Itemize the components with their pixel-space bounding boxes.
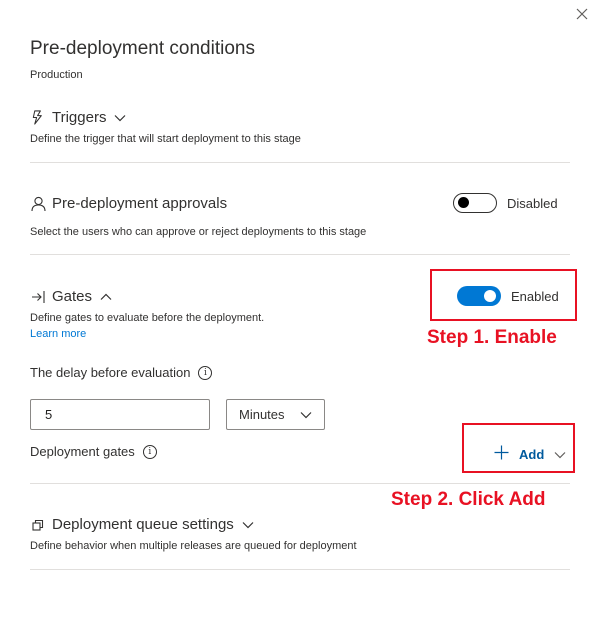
step2-annotation: Step 2. Click Add bbox=[391, 489, 546, 510]
approvals-description: Select the users who can approve or reje… bbox=[30, 226, 367, 238]
close-icon bbox=[576, 8, 588, 20]
gates-toggle[interactable]: Enabled bbox=[457, 286, 559, 306]
person-icon bbox=[30, 196, 46, 212]
queue-description: Define behavior when multiple releases a… bbox=[30, 540, 357, 552]
add-gate-label: Add bbox=[519, 446, 545, 462]
delay-label-row: The delay before evaluation i bbox=[30, 365, 213, 380]
switch-knob bbox=[484, 290, 496, 302]
info-icon[interactable]: i bbox=[142, 444, 157, 459]
panel-title: Pre-deployment conditions bbox=[30, 38, 255, 59]
lightning-icon bbox=[30, 110, 46, 126]
panel-subtitle: Production bbox=[30, 69, 83, 81]
delay-value-input[interactable] bbox=[30, 399, 210, 430]
chevron-down-icon bbox=[242, 519, 254, 531]
triggers-description: Define the trigger that will start deplo… bbox=[30, 133, 301, 145]
deployment-gates-row: Deployment gates i bbox=[30, 444, 157, 459]
plus-icon bbox=[494, 445, 509, 463]
divider bbox=[30, 569, 570, 570]
chevron-down-icon bbox=[114, 112, 126, 124]
close-button[interactable] bbox=[572, 6, 592, 26]
learn-more-link[interactable]: Learn more bbox=[30, 328, 86, 340]
triggers-title: Triggers bbox=[52, 109, 107, 126]
triggers-header[interactable]: Triggers bbox=[30, 109, 126, 126]
gates-toggle-label: Enabled bbox=[511, 288, 559, 304]
divider bbox=[30, 254, 570, 255]
gates-switch[interactable] bbox=[457, 286, 501, 306]
gate-icon bbox=[30, 289, 46, 305]
divider bbox=[30, 162, 570, 163]
queue-header[interactable]: Deployment queue settings bbox=[30, 516, 254, 533]
approvals-toggle[interactable]: Disabled bbox=[453, 193, 558, 213]
chevron-down-icon bbox=[554, 447, 566, 462]
approvals-title: Pre-deployment approvals bbox=[52, 195, 228, 212]
switch-knob bbox=[458, 197, 469, 208]
queue-icon bbox=[30, 517, 46, 533]
gates-description: Define gates to evaluate before the depl… bbox=[30, 312, 265, 324]
add-gate-button[interactable]: Add bbox=[494, 445, 566, 463]
chevron-down-icon bbox=[300, 407, 312, 422]
delay-label: The delay before evaluation bbox=[30, 365, 191, 380]
step1-annotation: Step 1. Enable bbox=[427, 327, 557, 348]
deployment-gates-label: Deployment gates bbox=[30, 444, 135, 459]
delay-unit-dropdown[interactable]: Minutes bbox=[226, 399, 325, 430]
gates-header[interactable]: Gates bbox=[30, 288, 112, 305]
approvals-toggle-label: Disabled bbox=[507, 195, 558, 211]
info-icon[interactable]: i bbox=[198, 365, 213, 380]
delay-unit-value: Minutes bbox=[239, 407, 285, 422]
queue-title: Deployment queue settings bbox=[52, 516, 234, 533]
approvals-header: Pre-deployment approvals bbox=[30, 195, 227, 212]
approvals-switch[interactable] bbox=[453, 193, 497, 213]
divider bbox=[30, 483, 570, 484]
gates-title: Gates bbox=[52, 288, 93, 305]
chevron-up-icon bbox=[100, 291, 112, 303]
